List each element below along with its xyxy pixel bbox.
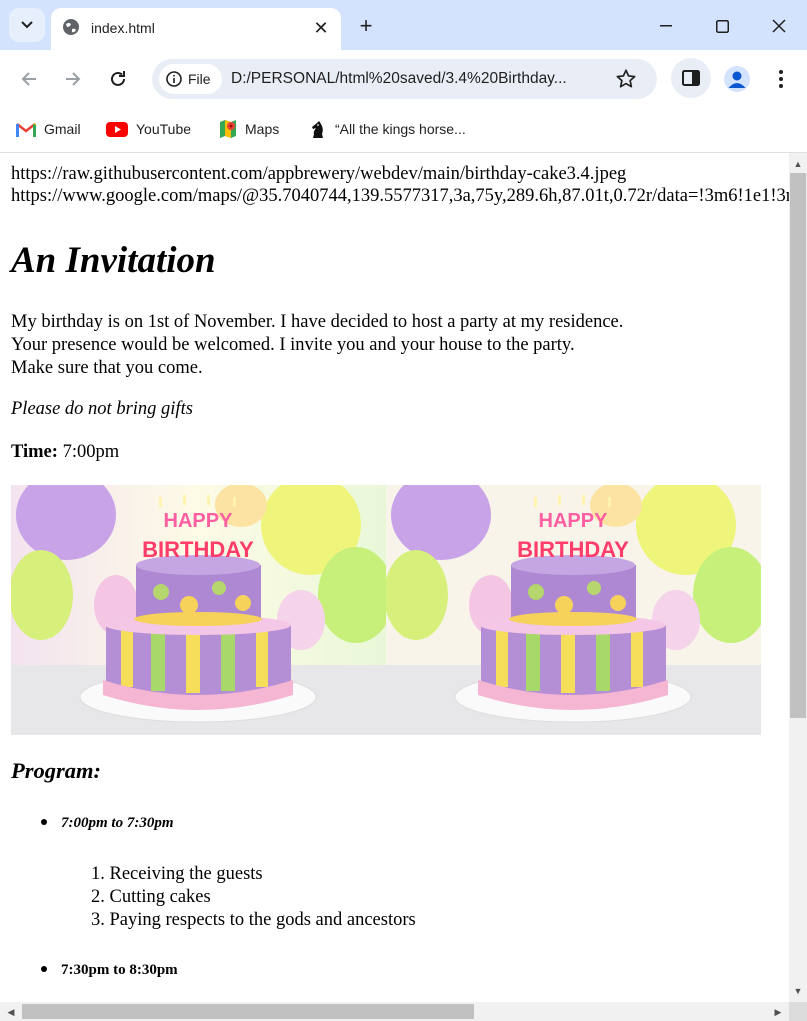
- bullet-dot: [41, 965, 47, 972]
- bookmark-gmail[interactable]: Gmail: [16, 118, 81, 140]
- address-bar[interactable]: File D:/PERSONAL/html%20saved/3.4%20Birt…: [152, 59, 657, 99]
- back-button[interactable]: [14, 64, 44, 94]
- svg-text:BIRTHDAY: BIRTHDAY: [142, 537, 254, 562]
- chess-knight-icon: [309, 119, 327, 139]
- maximize-icon: [715, 19, 729, 33]
- list-item: 1. Receiving the guests: [91, 864, 263, 884]
- bookmark-youtube[interactable]: YouTube: [106, 118, 191, 140]
- minimize-icon: [660, 25, 672, 27]
- profile-avatar[interactable]: [724, 66, 750, 92]
- side-panel-button[interactable]: [671, 58, 711, 98]
- minimize-button[interactable]: [652, 12, 680, 40]
- time-line: Time: 7:00pm: [11, 442, 119, 463]
- youtube-icon: [106, 121, 128, 137]
- browser-menu-button[interactable]: [770, 64, 792, 94]
- new-tab-button[interactable]: +: [352, 12, 380, 40]
- scroll-right-arrow-icon[interactable]: ▶: [770, 1004, 786, 1020]
- forward-button[interactable]: [58, 64, 88, 94]
- tab-title: index.html: [91, 20, 155, 36]
- bookmark-label: “All the kings horse...: [335, 121, 466, 137]
- paragraph-line: My birthday is on 1st of November. I hav…: [11, 312, 624, 332]
- scroll-left-arrow-icon[interactable]: ◀: [3, 1004, 19, 1020]
- invitation-paragraph: My birthday is on 1st of November. I hav…: [11, 311, 623, 380]
- horizontal-scrollbar-thumb[interactable]: [22, 1004, 474, 1019]
- reload-button[interactable]: [103, 64, 133, 94]
- svg-text:HAPPY: HAPPY: [539, 510, 609, 532]
- maximize-button[interactable]: [708, 12, 736, 40]
- bullet-dot: [41, 818, 47, 825]
- globe-icon: [63, 19, 79, 35]
- reload-icon: [111, 71, 125, 86]
- active-tab[interactable]: index.html ✕: [51, 8, 341, 50]
- bookmark-label: YouTube: [136, 121, 192, 137]
- birthday-cake-image: HAPPY BIRTHDAY: [386, 485, 761, 735]
- bookmark-star-icon[interactable]: [615, 68, 637, 90]
- page-content: https://raw.githubusercontent.com/appbre…: [11, 163, 789, 978]
- arrow-left-icon: [21, 72, 36, 86]
- page-title: An Invitation: [11, 240, 216, 281]
- list-item-text: Cutting cakes: [109, 887, 211, 907]
- program-list: 1. Receiving the guests 2. Cutting cakes…: [91, 863, 416, 932]
- scroll-up-arrow-icon[interactable]: ▲: [790, 156, 806, 172]
- program-slot: 7:00pm to 7:30pm: [41, 815, 174, 832]
- birthday-cake-image: HAPPY BIRTHDAY: [11, 485, 386, 735]
- paragraph-line: Your presence would be welcomed. I invit…: [11, 335, 575, 355]
- file-label: File: [188, 71, 211, 87]
- list-item: 3. Paying respects to the gods and ances…: [91, 910, 416, 930]
- svg-text:BIRTHDAY: BIRTHDAY: [517, 537, 629, 562]
- tab-search-button[interactable]: [9, 8, 45, 42]
- list-item-text: Receiving the guests: [109, 864, 263, 884]
- bookmark-maps[interactable]: Maps: [219, 118, 279, 140]
- close-window-button[interactable]: [765, 12, 793, 40]
- maps-url: https://www.google.com/maps/@35.7040744,…: [11, 186, 789, 206]
- chevron-down-icon: [21, 21, 33, 29]
- info-icon: [166, 71, 182, 87]
- time-label: Time:: [11, 442, 58, 462]
- gmail-icon: [16, 122, 36, 137]
- program-slot-time: 7:00pm to 7:30pm: [61, 815, 174, 831]
- gifts-note: Please do not bring gifts: [11, 399, 193, 419]
- paragraph-line: Make sure that you come.: [11, 358, 203, 378]
- maps-icon: [219, 119, 237, 139]
- list-item-text: Paying respects to the gods and ancestor…: [109, 910, 416, 930]
- url-text[interactable]: D:/PERSONAL/html%20saved/3.4%20Birthday.…: [231, 70, 567, 88]
- program-slot-time: 7:30pm to 8:30pm: [61, 962, 178, 978]
- person-icon: [728, 71, 746, 88]
- program-slot: 7:30pm to 8:30pm: [41, 962, 178, 979]
- arrow-right-icon: [66, 72, 81, 86]
- close-icon: [772, 19, 786, 33]
- bookmark-label: Maps: [245, 121, 280, 137]
- more-vertical-icon: [779, 70, 783, 88]
- browser-toolbar: File D:/PERSONAL/html%20saved/3.4%20Birt…: [0, 50, 807, 108]
- vertical-scrollbar-thumb[interactable]: [790, 173, 806, 718]
- cake-image-url: https://raw.githubusercontent.com/appbre…: [11, 164, 627, 184]
- bookmarks-bar: Gmail YouTube Maps “All the kings horse.…: [0, 108, 807, 153]
- svg-text:HAPPY: HAPPY: [164, 510, 234, 532]
- scroll-down-arrow-icon[interactable]: ▼: [790, 983, 806, 999]
- cake-images: HAPPY BIRTHDAY HAPPY BIRTHDAY: [11, 485, 761, 735]
- bookmark-label: Gmail: [44, 121, 81, 137]
- page-viewport: https://raw.githubusercontent.com/appbre…: [0, 153, 789, 1002]
- bookmark-kings-horse[interactable]: “All the kings horse...: [309, 118, 466, 140]
- close-tab-icon[interactable]: ✕: [310, 17, 332, 39]
- site-info-chip[interactable]: File: [159, 64, 222, 94]
- side-panel-icon: [682, 70, 700, 86]
- time-value: 7:00pm: [57, 442, 120, 462]
- list-item: 2. Cutting cakes: [91, 887, 211, 907]
- program-heading: Program:: [11, 758, 101, 783]
- scrollbar-corner: [789, 1002, 807, 1021]
- tab-strip: index.html ✕ +: [0, 0, 807, 50]
